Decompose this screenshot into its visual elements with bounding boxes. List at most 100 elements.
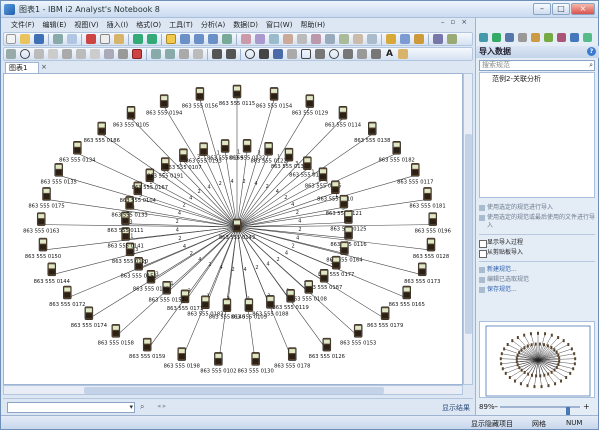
- vertical-scrollbar[interactable]: [463, 73, 473, 385]
- menu-insert[interactable]: 插入(I): [103, 20, 133, 30]
- distribute-h-icon[interactable]: [151, 49, 161, 59]
- tree-icon[interactable]: [62, 49, 72, 59]
- vertical-scroll-thumb[interactable]: [465, 134, 472, 334]
- event-frame-icon[interactable]: [283, 34, 293, 44]
- action-import-selected[interactable]: 使用选定的规范进行导入: [479, 204, 595, 212]
- delete-icon[interactable]: [132, 49, 142, 59]
- label-icon[interactable]: [297, 34, 307, 44]
- find-input[interactable]: ▾: [7, 402, 135, 413]
- lasso-icon[interactable]: [6, 49, 16, 59]
- horizontal-scrollbar[interactable]: [3, 385, 463, 395]
- print-preview-icon[interactable]: [67, 34, 77, 44]
- phone-node[interactable]: 863 555 0150: [25, 237, 61, 260]
- minimize-button[interactable]: –: [533, 3, 551, 15]
- call-link[interactable]: [224, 151, 238, 228]
- view-icon[interactable]: [433, 34, 443, 44]
- zoom-slider[interactable]: [500, 406, 580, 416]
- pane-filter-icon[interactable]: [531, 33, 540, 42]
- help-icon[interactable]: ?: [587, 47, 596, 56]
- search-icon[interactable]: ⌕: [589, 61, 593, 70]
- zoom-out-icon[interactable]: [208, 34, 218, 44]
- copy-icon[interactable]: [100, 34, 110, 44]
- call-link[interactable]: [88, 226, 238, 320]
- pane-globe-icon[interactable]: [583, 33, 592, 42]
- pan-icon[interactable]: [180, 34, 190, 44]
- phone-node[interactable]: 863 555 0159: [129, 337, 165, 360]
- phone-node[interactable]: 863 555 0156: [182, 87, 218, 109]
- action-save-spec[interactable]: 保存规范...: [479, 286, 595, 294]
- snap-grid-icon[interactable]: [193, 49, 203, 59]
- menu-view[interactable]: 视图(V): [70, 20, 102, 30]
- cluster-icon[interactable]: [76, 49, 86, 59]
- phone-node[interactable]: 863 555 0135: [41, 163, 77, 185]
- undo-icon[interactable]: [133, 34, 143, 44]
- phone-node[interactable]: 863 555 0114: [325, 106, 362, 128]
- border-icon[interactable]: [301, 49, 311, 59]
- arrange-icon[interactable]: [353, 34, 363, 44]
- phone-node[interactable]: 863 555 0181: [409, 187, 446, 209]
- pane-find-icon[interactable]: [479, 33, 488, 42]
- call-link[interactable]: [41, 224, 238, 228]
- highlight-icon[interactable]: [386, 34, 396, 44]
- menu-analysis[interactable]: 分析(A): [197, 20, 229, 30]
- phone-node[interactable]: 863 555 0182: [379, 141, 415, 163]
- doc-minimize-button[interactable]: –: [441, 18, 445, 26]
- fill-color-icon[interactable]: [273, 49, 283, 59]
- phone-node[interactable]: 863 555 0102: [200, 352, 237, 374]
- distribute-v-icon[interactable]: [165, 49, 175, 59]
- call-link[interactable]: [203, 154, 238, 228]
- line-style-icon[interactable]: [315, 49, 325, 59]
- zoom-plus-icon[interactable]: +: [583, 402, 590, 411]
- phone-node[interactable]: 863 555 0108: [291, 280, 327, 302]
- phone-node[interactable]: 863 555 0194: [146, 94, 183, 117]
- paste-icon[interactable]: [114, 34, 124, 44]
- maximize-button[interactable]: □: [552, 3, 570, 15]
- menu-format[interactable]: 格式(O): [132, 20, 165, 30]
- menu-file[interactable]: 文件(F): [7, 20, 39, 30]
- cut-icon[interactable]: [86, 34, 96, 44]
- show-results-link[interactable]: 显示结果: [442, 403, 470, 413]
- phone-node[interactable]: 863 555 0179: [367, 306, 403, 329]
- text-format-icon[interactable]: [357, 49, 367, 59]
- space-icon[interactable]: [179, 49, 189, 59]
- phone-node[interactable]: 863 555 0117: [397, 163, 433, 185]
- pane-palette-icon[interactable]: [492, 33, 501, 42]
- call-link[interactable]: [236, 226, 386, 320]
- circle-shape-icon[interactable]: [20, 49, 30, 59]
- save-icon[interactable]: [34, 34, 44, 44]
- phone-node[interactable]: 863 555 0115: [219, 84, 255, 107]
- add-link-icon[interactable]: [212, 49, 222, 59]
- phone-node[interactable]: 863 555 0175: [28, 187, 65, 209]
- call-link[interactable]: [236, 226, 423, 276]
- doc-restore-button[interactable]: ▫: [451, 18, 456, 26]
- grid-shape-icon[interactable]: [34, 49, 44, 59]
- action-new-spec[interactable]: 新建规范...: [479, 266, 595, 274]
- minimize-crossing-icon[interactable]: [90, 49, 100, 59]
- theme-line-icon[interactable]: [269, 34, 279, 44]
- pane-map-icon[interactable]: [570, 33, 579, 42]
- phone-node[interactable]: 863 555 0196: [415, 212, 451, 235]
- call-link[interactable]: [236, 153, 397, 228]
- phone-node[interactable]: 863 555 0154: [256, 87, 293, 109]
- action-edit-spec[interactable]: 编辑已选取规范: [479, 276, 595, 284]
- phone-node[interactable]: 863 555 0128: [413, 237, 449, 260]
- menu-help[interactable]: 帮助(H): [296, 20, 329, 30]
- import-icon[interactable]: [414, 34, 424, 44]
- phone-node[interactable]: 863 555 0130: [237, 352, 274, 374]
- fit-chart-icon[interactable]: [222, 34, 232, 44]
- find-dropdown-icon[interactable]: ▾: [129, 403, 133, 411]
- phone-node[interactable]: 863 555 0129: [292, 94, 328, 117]
- menu-window[interactable]: 窗口(W): [262, 20, 296, 30]
- pane-properties-icon[interactable]: [557, 33, 566, 42]
- list-items-icon[interactable]: [367, 34, 377, 44]
- hierarchy-layout-icon[interactable]: [325, 34, 335, 44]
- shape-dropdown-icon[interactable]: [259, 49, 269, 59]
- action-show-import-process[interactable]: 显示导入过程: [479, 239, 595, 248]
- phone-node[interactable]: 863 555 0174: [71, 306, 108, 329]
- menu-data[interactable]: 数据(D): [229, 20, 262, 30]
- entity-icon[interactable]: [255, 34, 265, 44]
- spec-search-input[interactable]: 搜索规范 ⌕: [479, 60, 595, 71]
- phone-node[interactable]: 863 555 0165: [389, 285, 425, 308]
- line-color-icon[interactable]: [287, 49, 297, 59]
- chart-canvas[interactable]: 1234123412341234123412341234123412341234…: [3, 73, 463, 385]
